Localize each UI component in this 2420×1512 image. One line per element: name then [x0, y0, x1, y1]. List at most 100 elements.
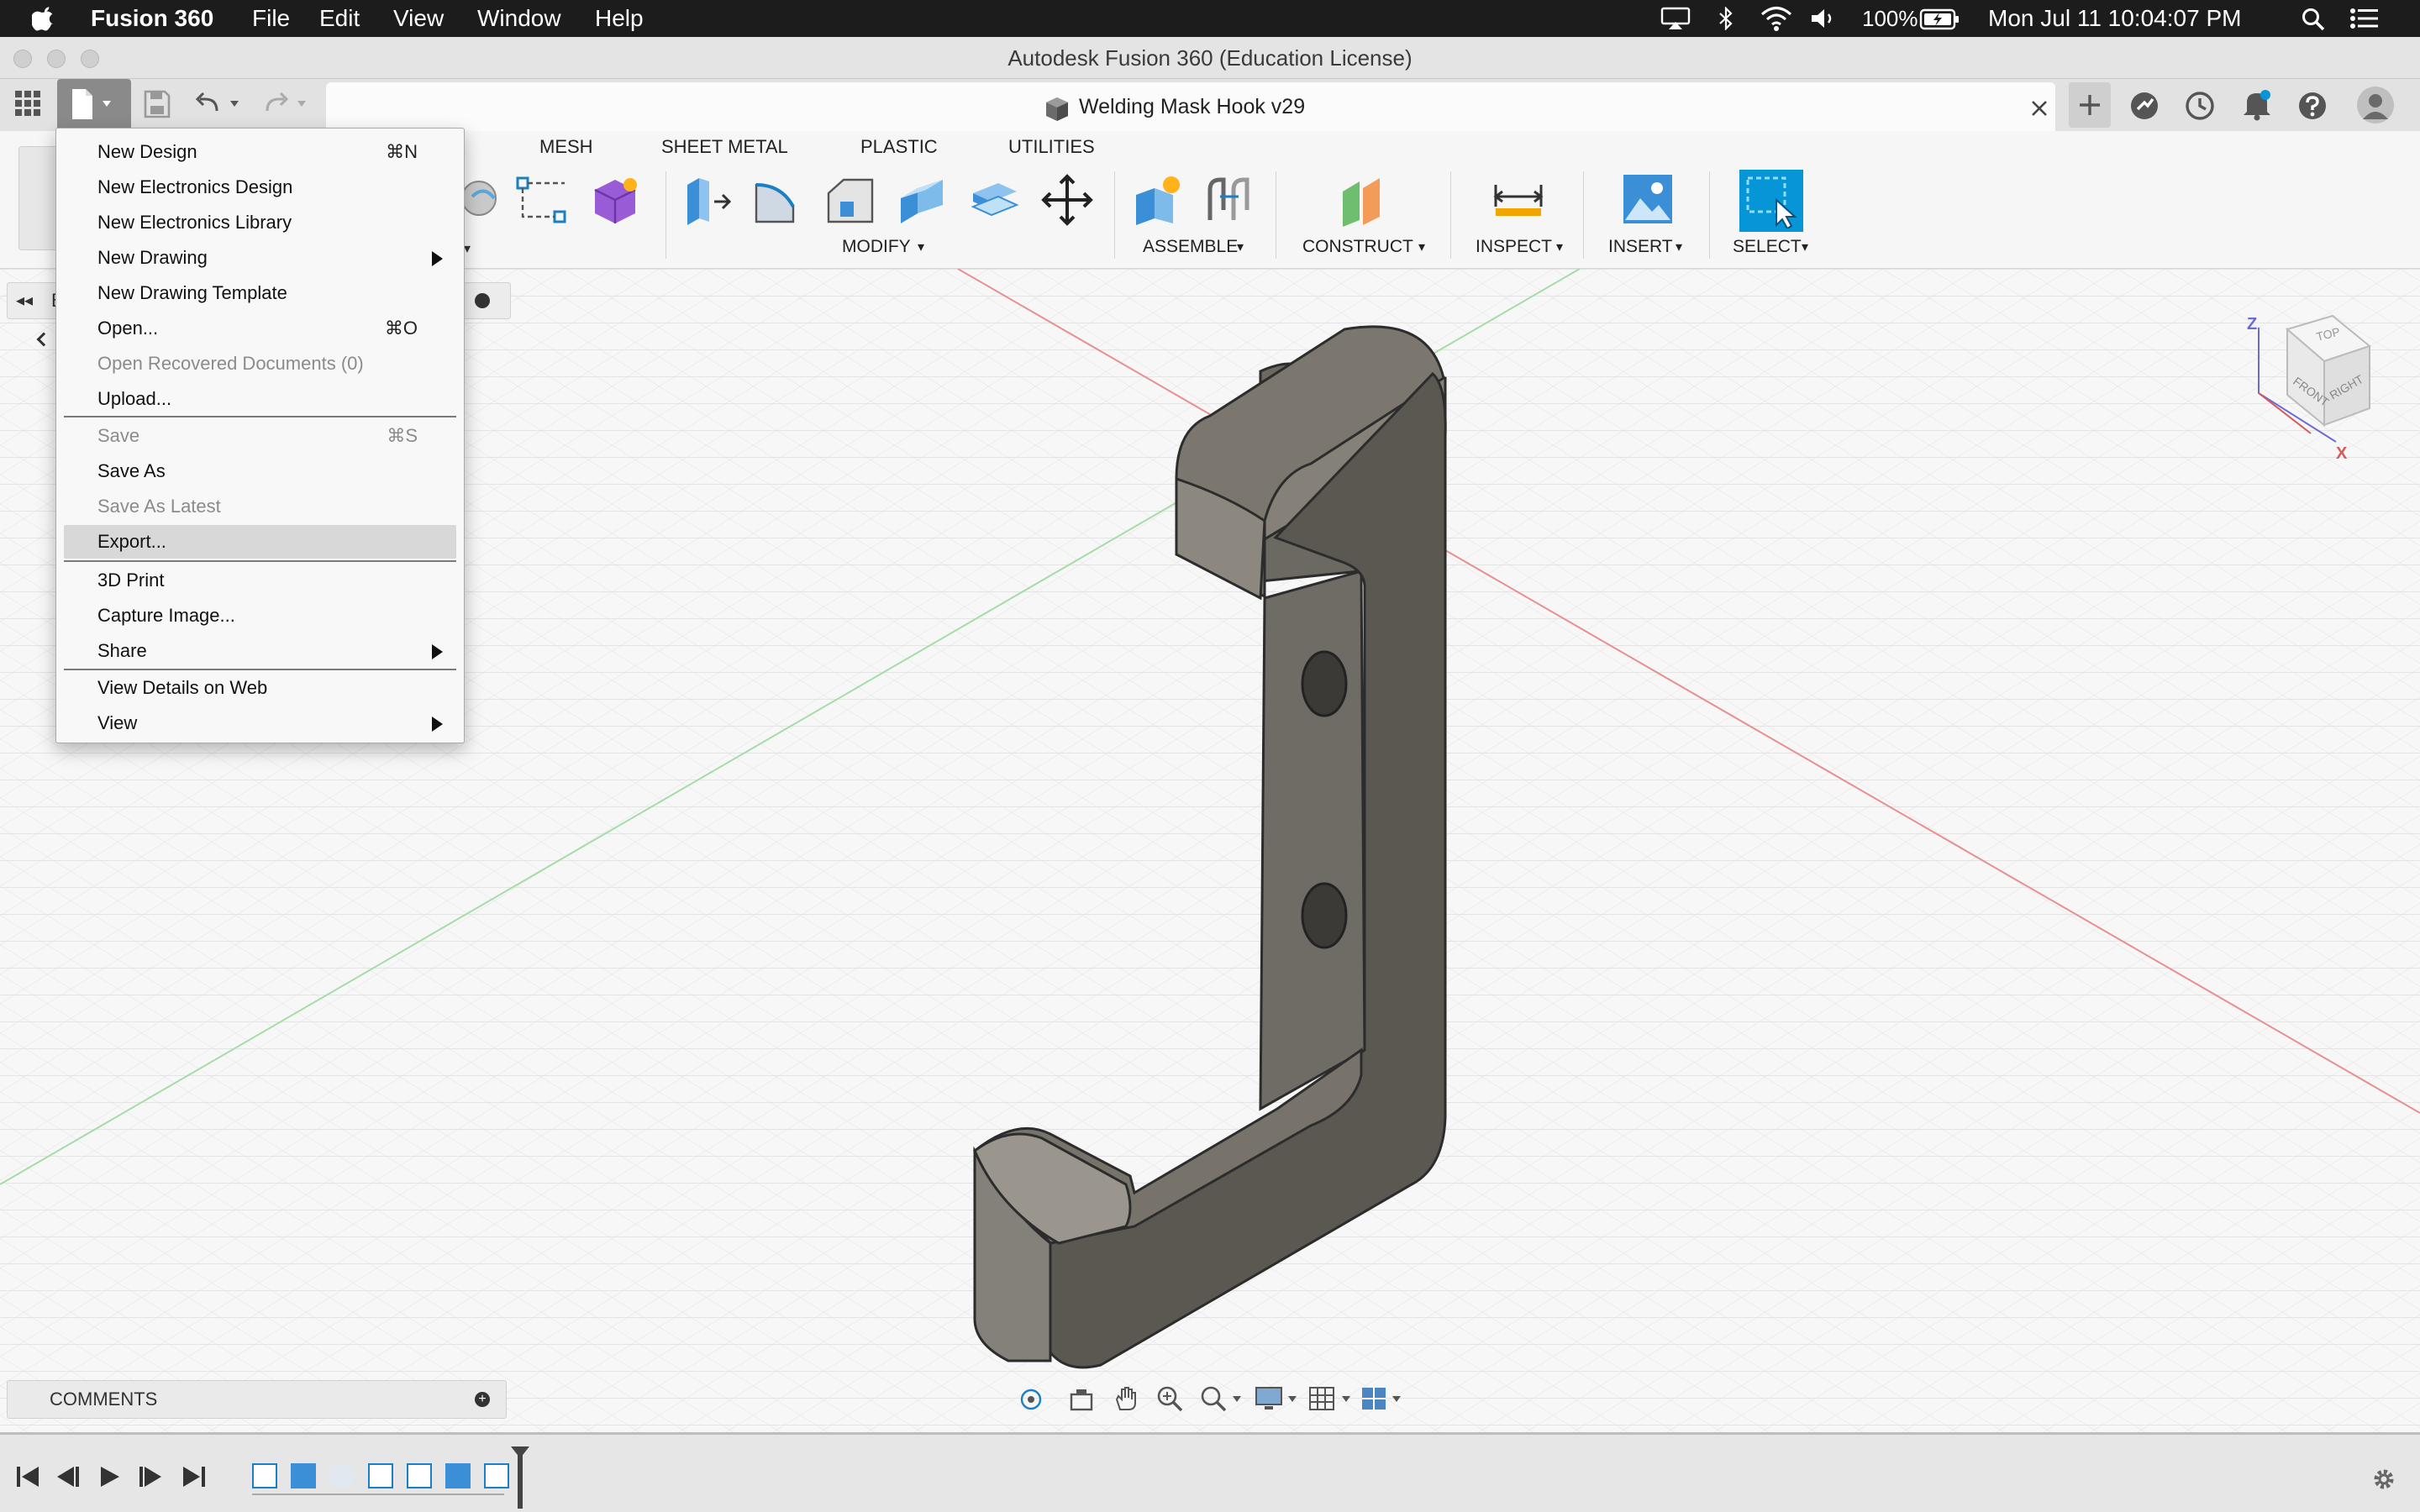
collapse-browser-icon[interactable]: ◂◂: [16, 290, 33, 311]
zoom-icon[interactable]: [1155, 1384, 1184, 1413]
timeline-sketch-feature[interactable]: [484, 1463, 509, 1488]
viewcube[interactable]: TOP FRONT RIGHT Z X: [2235, 307, 2378, 467]
select-tool-button[interactable]: [1739, 170, 1803, 232]
look-at-icon[interactable]: [1068, 1388, 1095, 1413]
menu-item-capture-image[interactable]: Capture Image...: [64, 599, 456, 633]
press-pull-icon[interactable]: [681, 173, 734, 227]
user-avatar[interactable]: [2356, 86, 2395, 124]
group-construct[interactable]: CONSTRUCT: [1302, 237, 1413, 257]
create-form-icon[interactable]: [460, 175, 508, 222]
comments-panel[interactable]: COMMENTS +: [7, 1380, 507, 1419]
job-status-icon[interactable]: [2185, 91, 2215, 121]
go-to-start-icon[interactable]: [15, 1465, 40, 1488]
chamfer-icon[interactable]: [823, 173, 877, 227]
save-icon[interactable]: [143, 89, 171, 119]
browser-pin-icon[interactable]: [475, 293, 490, 308]
modify-dropdown-arrow[interactable]: ▾: [918, 239, 924, 255]
bluetooth-icon[interactable]: [1716, 7, 1736, 30]
timeline-extrude-feature[interactable]: [291, 1463, 316, 1488]
create-sketch-icon[interactable]: [514, 175, 568, 225]
fillet-icon[interactable]: [751, 173, 805, 227]
timeline-sketch-feature[interactable]: [368, 1463, 393, 1488]
create-dropdown-arrow[interactable]: ▾: [464, 240, 471, 257]
battery-icon[interactable]: [1919, 8, 1960, 30]
tab-mesh[interactable]: MESH: [539, 136, 593, 158]
viewports-icon[interactable]: [1360, 1384, 1407, 1413]
extensions-icon[interactable]: [2129, 91, 2160, 121]
close-tab-icon[interactable]: [2030, 99, 2049, 118]
timeline-fillet-feature[interactable]: [329, 1463, 355, 1488]
menu-edit[interactable]: Edit: [319, 0, 360, 37]
menu-item-share[interactable]: Share: [64, 634, 456, 668]
menu-window[interactable]: Window: [477, 0, 561, 37]
notifications-bell-icon[interactable]: [2242, 89, 2272, 121]
group-modify[interactable]: MODIFY: [842, 237, 911, 257]
create-component-icon[interactable]: [588, 173, 642, 227]
timeline-sketch-feature[interactable]: [407, 1463, 432, 1488]
add-comment-icon[interactable]: +: [475, 1392, 490, 1407]
menu-view[interactable]: View: [393, 0, 444, 37]
grid-settings-icon[interactable]: [1308, 1384, 1355, 1413]
orbit-icon[interactable]: [1018, 1386, 1048, 1413]
step-back-icon[interactable]: [55, 1465, 81, 1488]
tab-sheet-metal[interactable]: SHEET METAL: [661, 136, 788, 158]
volume-icon[interactable]: [1810, 7, 1839, 30]
menu-item-new-drawing-template[interactable]: New Drawing Template: [64, 276, 456, 310]
timeline-settings-gear-icon[interactable]: [2370, 1465, 2398, 1494]
app-menu-fusion360[interactable]: Fusion 360: [91, 0, 213, 37]
offset-plane-icon[interactable]: [1338, 173, 1392, 227]
move-copy-icon[interactable]: [1040, 173, 1094, 227]
data-panel-grid-icon[interactable]: [13, 89, 42, 118]
tab-utilities[interactable]: UTILITIES: [1008, 136, 1095, 158]
tab-plastic[interactable]: PLASTIC: [860, 136, 938, 158]
menu-item-3d-print[interactable]: 3D Print: [64, 564, 456, 597]
fit-zoom-icon[interactable]: [1199, 1384, 1246, 1413]
airplay-icon[interactable]: [1660, 7, 1691, 30]
inspect-dropdown-arrow[interactable]: ▾: [1556, 239, 1563, 255]
timeline-marker[interactable]: [518, 1452, 523, 1509]
menu-item-view[interactable]: View: [64, 706, 456, 740]
clock[interactable]: Mon Jul 11 10:04:07 PM: [1988, 0, 2241, 37]
select-dropdown-arrow[interactable]: ▾: [1802, 239, 1808, 255]
new-component-icon[interactable]: [1131, 173, 1185, 227]
timeline-marker-head[interactable]: [511, 1446, 529, 1458]
shell-icon[interactable]: [896, 173, 950, 227]
menu-item-save-as[interactable]: Save As: [64, 454, 456, 488]
menu-item-new-electronics-library[interactable]: New Electronics Library: [64, 206, 456, 239]
display-settings-icon[interactable]: [1255, 1384, 1302, 1413]
menu-help[interactable]: Help: [595, 0, 644, 37]
menu-item-view-details-on-web[interactable]: View Details on Web: [64, 671, 456, 705]
play-icon[interactable]: [97, 1465, 121, 1488]
group-assemble[interactable]: ASSEMBLE: [1143, 237, 1238, 257]
menu-file[interactable]: File: [252, 0, 290, 37]
document-tab[interactable]: Welding Mask Hook v29: [326, 82, 2055, 131]
joint-icon[interactable]: [1202, 173, 1255, 227]
menu-item-new-electronics-design[interactable]: New Electronics Design: [64, 171, 456, 204]
go-to-end-icon[interactable]: [182, 1465, 207, 1488]
menu-item-upload[interactable]: Upload...: [64, 382, 456, 416]
help-icon[interactable]: [2297, 91, 2328, 121]
notification-center-icon[interactable]: [2349, 8, 2380, 29]
timeline-extrude-feature[interactable]: [445, 1463, 471, 1488]
pan-hand-icon[interactable]: [1112, 1384, 1140, 1413]
timeline-sketch-feature[interactable]: [252, 1463, 277, 1488]
file-menu-button[interactable]: [57, 79, 131, 131]
group-select[interactable]: SELECT: [1733, 237, 1802, 257]
group-insert[interactable]: INSERT: [1608, 237, 1673, 257]
spotlight-search-icon[interactable]: [2301, 7, 2326, 32]
construct-dropdown-arrow[interactable]: ▾: [1418, 239, 1425, 255]
undo-icon[interactable]: [195, 91, 247, 119]
insert-dropdown-arrow[interactable]: ▾: [1676, 239, 1682, 255]
wifi-icon[interactable]: [1760, 5, 1793, 32]
step-forward-icon[interactable]: [138, 1465, 163, 1488]
combine-icon[interactable]: [968, 173, 1022, 227]
menu-item-new-design[interactable]: New Design ⌘N: [64, 135, 456, 169]
group-inspect[interactable]: INSPECT: [1476, 237, 1552, 257]
measure-icon[interactable]: [1492, 181, 1544, 218]
insert-image-icon[interactable]: [1622, 173, 1674, 225]
apple-icon[interactable]: [32, 5, 55, 32]
menu-item-new-drawing[interactable]: New Drawing: [64, 241, 456, 275]
new-tab-button[interactable]: [2069, 82, 2111, 128]
assemble-dropdown-arrow[interactable]: ▾: [1237, 239, 1244, 255]
menu-item-open[interactable]: Open... ⌘O: [64, 312, 456, 345]
